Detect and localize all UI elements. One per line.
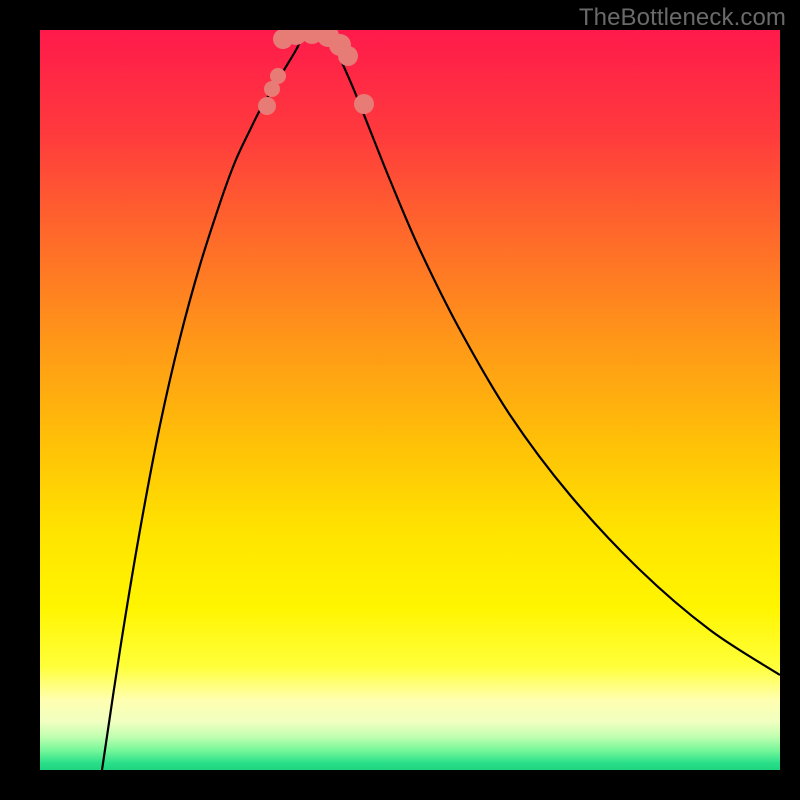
floor-6 [338, 46, 358, 66]
gradient-background [40, 30, 780, 770]
plot-area [40, 30, 780, 770]
right-marker-1 [354, 94, 374, 114]
chart-root: TheBottleneck.com [0, 0, 800, 800]
left-marker-3 [270, 68, 286, 84]
watermark-text: TheBottleneck.com [579, 4, 786, 32]
chart-svg [40, 30, 780, 770]
left-marker-1 [258, 97, 276, 115]
